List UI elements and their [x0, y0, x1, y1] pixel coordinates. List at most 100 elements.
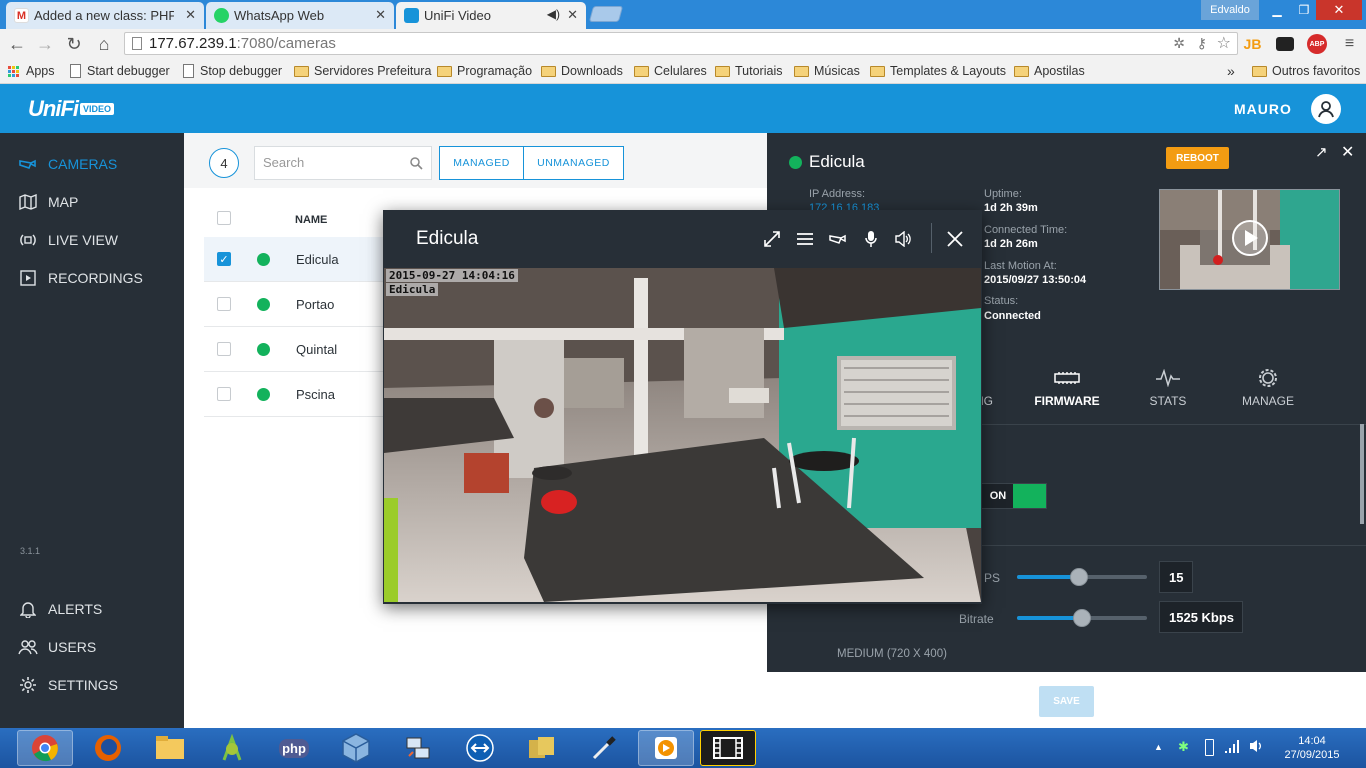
- chrome-icon[interactable]: [17, 730, 73, 766]
- sidebar-item-recordings[interactable]: RECORDINGS: [18, 267, 143, 289]
- tab-firmware[interactable]: FIRMWARE: [1022, 366, 1112, 408]
- virtualbox-icon[interactable]: [328, 730, 384, 766]
- row-checkbox[interactable]: [217, 387, 231, 401]
- reload-icon[interactable]: ↻: [63, 33, 85, 55]
- tab-unifi-video[interactable]: UniFi Video ◀︎) ✕: [396, 2, 586, 29]
- row-checkbox[interactable]: ✓: [217, 252, 231, 266]
- system-clock[interactable]: 14:04 27/09/2015: [1272, 734, 1352, 762]
- fps-slider[interactable]: [1017, 568, 1147, 586]
- tab-close-icon[interactable]: ✕: [567, 7, 578, 23]
- fullscreen-icon[interactable]: [761, 228, 783, 250]
- volume-tray-icon[interactable]: [1249, 738, 1265, 759]
- menu-icon[interactable]: ≡: [1340, 34, 1359, 53]
- home-icon[interactable]: ⌂: [93, 33, 115, 55]
- volume-icon[interactable]: [892, 228, 914, 250]
- search-input[interactable]: Search: [254, 146, 432, 180]
- camera-icon[interactable]: [827, 228, 849, 250]
- live-video-feed[interactable]: 2015-09-27 14:04:16 Edicula: [384, 268, 981, 602]
- bitrate-value-box[interactable]: 1525 Kbps: [1159, 601, 1243, 633]
- bookmark-label: Outros favoritos: [1272, 64, 1361, 78]
- row-checkbox[interactable]: [217, 297, 231, 311]
- bookmark-stop-debugger[interactable]: Stop debugger: [183, 62, 282, 80]
- video-film-icon[interactable]: [700, 730, 756, 766]
- tab-gmail[interactable]: M Added a new class: PHP M ✕: [6, 2, 204, 29]
- bookmarks-more-button[interactable]: »: [1227, 62, 1235, 80]
- select-all-checkbox[interactable]: [217, 211, 231, 225]
- android-studio-icon[interactable]: [204, 730, 260, 766]
- star-icon[interactable]: ☆: [1217, 33, 1231, 54]
- bookmark-servidores[interactable]: Servidores Prefeitura: [294, 62, 431, 80]
- gear-icon: [1223, 366, 1313, 390]
- save-button[interactable]: SAVE: [1039, 686, 1094, 717]
- tray-expand-icon[interactable]: ▲: [1154, 742, 1163, 752]
- bookmark-celulares[interactable]: Celulares: [634, 62, 707, 80]
- new-tab-button[interactable]: [588, 6, 624, 22]
- signal-icon[interactable]: [1224, 738, 1240, 759]
- tab-stats[interactable]: STATS: [1123, 366, 1213, 408]
- camera-thumbnail[interactable]: [1159, 189, 1340, 290]
- network-icon[interactable]: [390, 730, 446, 766]
- column-header-name[interactable]: NAME: [295, 214, 327, 226]
- microphone-icon[interactable]: [860, 228, 882, 250]
- bookmark-templates[interactable]: Templates & Layouts: [870, 62, 1006, 80]
- bookmark-tutoriais[interactable]: Tutoriais: [715, 62, 782, 80]
- close-icon[interactable]: [944, 228, 966, 250]
- back-icon[interactable]: ←: [6, 33, 28, 55]
- window-close-icon[interactable]: ✕: [1316, 0, 1362, 20]
- terminal-ext-icon[interactable]: [1276, 37, 1294, 51]
- sidebar-item-cameras[interactable]: CAMERAS: [18, 153, 117, 175]
- bookmark-apps[interactable]: Apps: [8, 62, 55, 80]
- sidebar-item-settings[interactable]: SETTINGS: [18, 674, 118, 696]
- tab-close-icon[interactable]: ✕: [185, 7, 196, 23]
- teamviewer-icon[interactable]: [452, 730, 508, 766]
- sidebar-item-map[interactable]: MAP: [18, 191, 78, 213]
- bookmark-programacao[interactable]: Programação: [437, 62, 532, 80]
- minimize-icon[interactable]: ▁: [1262, 0, 1292, 20]
- settings-ext-icon[interactable]: ✲: [1173, 33, 1185, 54]
- menu-icon[interactable]: [794, 228, 816, 250]
- firefox-icon[interactable]: [80, 730, 136, 766]
- bookmark-other-favorites[interactable]: Outros favoritos: [1252, 62, 1360, 80]
- row-checkbox[interactable]: [217, 342, 231, 356]
- bookmark-apostilas[interactable]: Apostilas: [1014, 62, 1085, 80]
- adblock-ext-icon[interactable]: ABP: [1307, 34, 1327, 54]
- tray-sync-icon[interactable]: ✱: [1178, 739, 1192, 755]
- fps-slider-thumb[interactable]: [1070, 568, 1089, 586]
- tab-close-icon[interactable]: ✕: [375, 7, 386, 23]
- filter-unmanaged-button[interactable]: UNMANAGED: [523, 146, 624, 180]
- eyedropper-icon[interactable]: [576, 730, 632, 766]
- sidebar-item-live-view[interactable]: LIVE VIEW: [18, 229, 118, 251]
- enable-toggle[interactable]: ON: [981, 483, 1047, 509]
- fps-value-box[interactable]: 15: [1159, 561, 1193, 593]
- tab-whatsapp[interactable]: WhatsApp Web ✕: [206, 2, 394, 29]
- tab-manage[interactable]: MANAGE: [1223, 366, 1313, 408]
- key-icon[interactable]: ⚷: [1197, 33, 1207, 54]
- address-bar[interactable]: 177.67.239.1:7080/cameras ✲ ⚷ ☆: [124, 32, 1238, 55]
- sidebar-item-alerts[interactable]: ALERTS: [18, 598, 102, 620]
- sidebar-item-users[interactable]: USERS: [18, 636, 96, 658]
- explorer-icon[interactable]: [142, 730, 198, 766]
- bookmark-label: Templates & Layouts: [890, 64, 1007, 78]
- popout-icon[interactable]: ↗: [1315, 143, 1328, 161]
- jetbrains-ext-icon[interactable]: JB: [1243, 34, 1262, 53]
- bitrate-slider[interactable]: [1017, 609, 1147, 627]
- php-icon[interactable]: php: [266, 730, 322, 766]
- maximize-icon[interactable]: ❐: [1289, 0, 1319, 20]
- user-name[interactable]: MAURO: [1234, 101, 1292, 117]
- unifi-logo[interactable]: UniFi: [28, 96, 79, 122]
- uptime-value: 1d 2h 39m: [984, 202, 1038, 214]
- bitrate-slider-thumb[interactable]: [1073, 609, 1091, 627]
- window-user-badge[interactable]: Edvaldo: [1201, 0, 1259, 20]
- bookmark-downloads[interactable]: Downloads: [541, 62, 623, 80]
- scrollbar[interactable]: [1360, 424, 1364, 524]
- bookmark-start-debugger[interactable]: Start debugger: [70, 62, 170, 80]
- reboot-button[interactable]: REBOOT: [1166, 147, 1229, 169]
- avatar[interactable]: [1311, 94, 1341, 124]
- files-icon[interactable]: [514, 730, 570, 766]
- media-player-icon[interactable]: [638, 730, 694, 766]
- close-icon[interactable]: ✕: [1341, 142, 1354, 162]
- filter-managed-button[interactable]: MANAGED: [439, 146, 524, 180]
- bookmark-musicas[interactable]: Músicas: [794, 62, 860, 80]
- forward-icon[interactable]: →: [34, 33, 56, 55]
- battery-icon[interactable]: [1205, 739, 1214, 756]
